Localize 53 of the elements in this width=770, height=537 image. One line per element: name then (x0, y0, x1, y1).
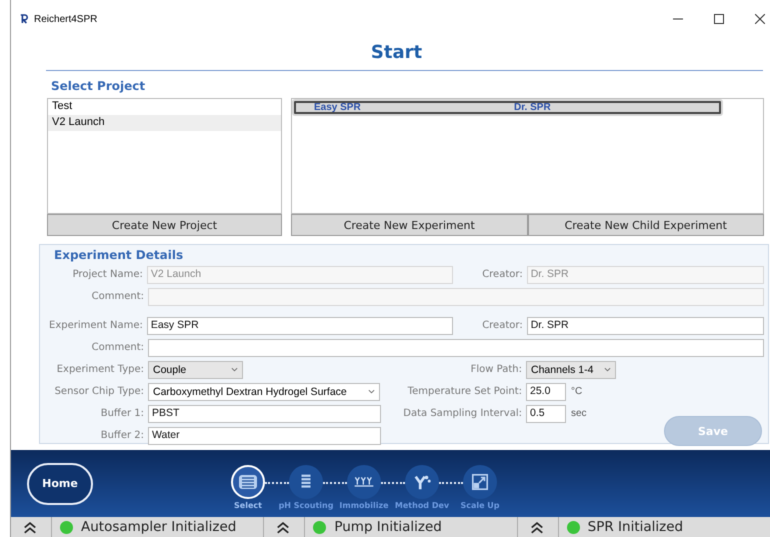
experiment-type-dropdown[interactable]: Couple (148, 360, 243, 378)
section-title: Experiment Details (54, 248, 184, 262)
field-label: Flow Path: (470, 364, 522, 375)
number-field[interactable]: 25.0 (526, 382, 566, 400)
project-item[interactable]: V2 Launch (48, 115, 281, 131)
flow-path-dropdown[interactable]: Channels 1-4 (526, 360, 616, 378)
field-label: Creator: (481, 320, 523, 331)
expand-up-icon[interactable] (23, 520, 37, 534)
page-heading: Start (370, 42, 424, 65)
comment-field[interactable] (148, 338, 764, 356)
project-item[interactable]: Test (48, 99, 281, 115)
field-label: Experiment Name: (48, 320, 143, 331)
field-label: Sensor Chip Type: (54, 386, 144, 397)
field-label: Data Sampling Interval: (402, 408, 522, 419)
experiment-name: Easy SPR (314, 102, 362, 113)
section-title: Select Project (51, 79, 146, 93)
field-label: Project Name: (72, 269, 143, 280)
home-button[interactable]: Home (27, 462, 93, 504)
maximize-icon[interactable] (714, 14, 724, 24)
field-label: Comment: (90, 291, 144, 302)
status-text: SPR Initialized (588, 519, 684, 535)
chevron-down-icon (368, 389, 375, 394)
field-label: Comment: (90, 342, 144, 353)
field-label: Temperature Set Point: (406, 386, 522, 397)
name-field[interactable]: Easy SPR (146, 316, 454, 334)
creator-field[interactable]: Dr. SPR (526, 316, 764, 334)
scale-up-icon (470, 473, 490, 491)
number-field[interactable]: 0.5 (526, 404, 566, 422)
expand-up-icon[interactable] (530, 520, 544, 534)
create-child-experiment-button[interactable]: Create New Child Experiment (528, 214, 764, 236)
field-label: Buffer 1: (100, 408, 144, 419)
chevron-down-icon (604, 367, 611, 372)
list-icon (238, 473, 258, 491)
molecule-icon (412, 473, 432, 491)
app-logo-icon (20, 14, 28, 24)
chevron-down-icon (231, 367, 238, 372)
expand-up-icon[interactable] (276, 520, 290, 534)
buffer-field[interactable]: PBST (148, 404, 381, 422)
experiment-creator: Dr. SPR (514, 102, 551, 113)
close-icon[interactable] (755, 14, 765, 24)
field-label: Creator: (481, 269, 523, 280)
sensor-chip-dropdown[interactable]: Carboxymethyl Dextran Hydrogel Surface (148, 382, 380, 400)
unit-label: °C (571, 386, 582, 397)
field-label: Experiment Type: (56, 364, 144, 375)
create-project-button[interactable]: Create New Project (47, 214, 282, 236)
create-experiment-button[interactable]: Create New Experiment (291, 214, 528, 236)
window-title: Reichert4SPR (34, 14, 98, 24)
field-label: Buffer 2: (100, 430, 144, 441)
status-text: Pump Initialized (334, 519, 442, 535)
unit-label: sec (571, 408, 587, 419)
experiment-row[interactable]: Easy SPR Dr. SPR (292, 99, 723, 116)
status-text: Autosampler Initialized (81, 519, 236, 535)
buffer-field[interactable]: Water (148, 426, 381, 444)
